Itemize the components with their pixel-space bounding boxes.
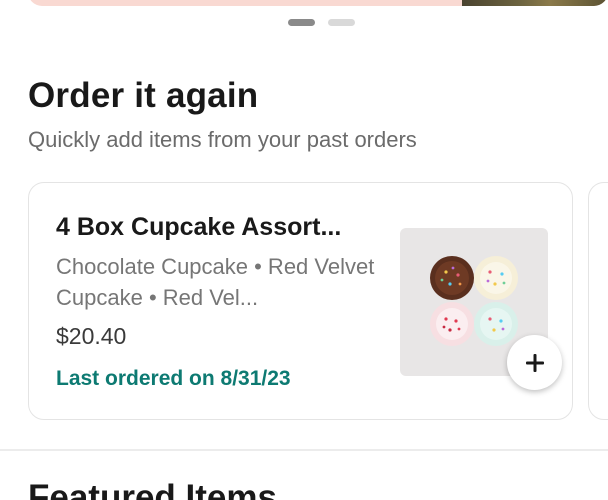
promo-banner[interactable] bbox=[28, 0, 608, 6]
section-subtitle: Quickly add items from your past orders bbox=[28, 127, 417, 152]
carousel-indicator bbox=[288, 19, 355, 26]
item-name: 4 Box Cupcake Assort... bbox=[56, 213, 342, 241]
banner-image bbox=[462, 0, 608, 6]
item-price: $20.40 bbox=[56, 323, 127, 349]
last-ordered-date: Last ordered on 8/31/23 bbox=[56, 367, 291, 390]
carousel-dot[interactable] bbox=[328, 19, 355, 26]
carousel-dot-active[interactable] bbox=[288, 19, 315, 26]
section-divider bbox=[0, 449, 608, 451]
item-description: Chocolate Cupcake • Red Velvet Cupcake •… bbox=[56, 254, 375, 310]
reorder-item-card[interactable]: 4 Box Cupcake Assort... Chocolate Cupcak… bbox=[28, 182, 573, 420]
reorder-item-card-next[interactable] bbox=[588, 182, 608, 420]
section-title: Order it again bbox=[28, 76, 259, 115]
store-page: Order it again Quickly add items from yo… bbox=[0, 0, 608, 500]
add-to-cart-button[interactable] bbox=[507, 335, 562, 390]
featured-items-title: Featured Items bbox=[28, 478, 277, 500]
plus-icon bbox=[525, 353, 544, 372]
